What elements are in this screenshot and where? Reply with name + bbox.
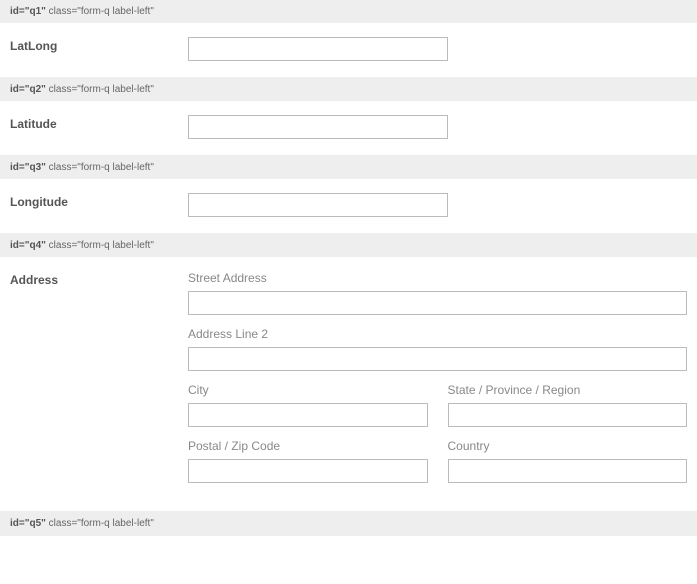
meta-bar: id="q4" class="form-q label-left" [0, 234, 697, 257]
longitude-input[interactable] [188, 193, 448, 217]
country-input[interactable] [448, 459, 688, 483]
street-address-input[interactable] [188, 291, 687, 315]
meta-bar: id="q5" class="form-q label-left" [0, 512, 697, 535]
postal-label: Postal / Zip Code [188, 439, 428, 453]
question-label: Address [10, 271, 188, 495]
latitude-input[interactable] [188, 115, 448, 139]
meta-class: class="form-q label-left" [49, 518, 154, 529]
meta-class: class="form-q label-left" [49, 6, 154, 17]
latlong-input[interactable] [188, 37, 448, 61]
address-line2-input[interactable] [188, 347, 687, 371]
state-input[interactable] [448, 403, 688, 427]
meta-id: id="q5" [10, 518, 46, 529]
meta-bar: id="q1" class="form-q label-left" [0, 0, 697, 23]
meta-id: id="q2" [10, 84, 46, 95]
meta-class: class="form-q label-left" [49, 162, 154, 173]
form-question-latlong: id="q1" class="form-q label-left" LatLon… [0, 0, 697, 78]
meta-class: class="form-q label-left" [49, 240, 154, 251]
question-label: LatLong [10, 37, 188, 61]
street-address-label: Street Address [188, 271, 687, 285]
meta-id: id="q1" [10, 6, 46, 17]
address-line2-label: Address Line 2 [188, 327, 687, 341]
question-label: Longitude [10, 193, 188, 217]
meta-class: class="form-q label-left" [49, 84, 154, 95]
form-question-longitude: id="q3" class="form-q label-left" Longit… [0, 156, 697, 234]
country-label: Country [448, 439, 688, 453]
form-question-latitude: id="q2" class="form-q label-left" Latitu… [0, 78, 697, 156]
question-label: Latitude [10, 115, 188, 139]
meta-bar: id="q2" class="form-q label-left" [0, 78, 697, 101]
meta-id: id="q4" [10, 240, 46, 251]
state-label: State / Province / Region [448, 383, 688, 397]
form-question-q5: id="q5" class="form-q label-left" [0, 512, 697, 536]
city-input[interactable] [188, 403, 428, 427]
city-label: City [188, 383, 428, 397]
form-question-address: id="q4" class="form-q label-left" Addres… [0, 234, 697, 512]
meta-bar: id="q3" class="form-q label-left" [0, 156, 697, 179]
postal-input[interactable] [188, 459, 428, 483]
meta-id: id="q3" [10, 162, 46, 173]
